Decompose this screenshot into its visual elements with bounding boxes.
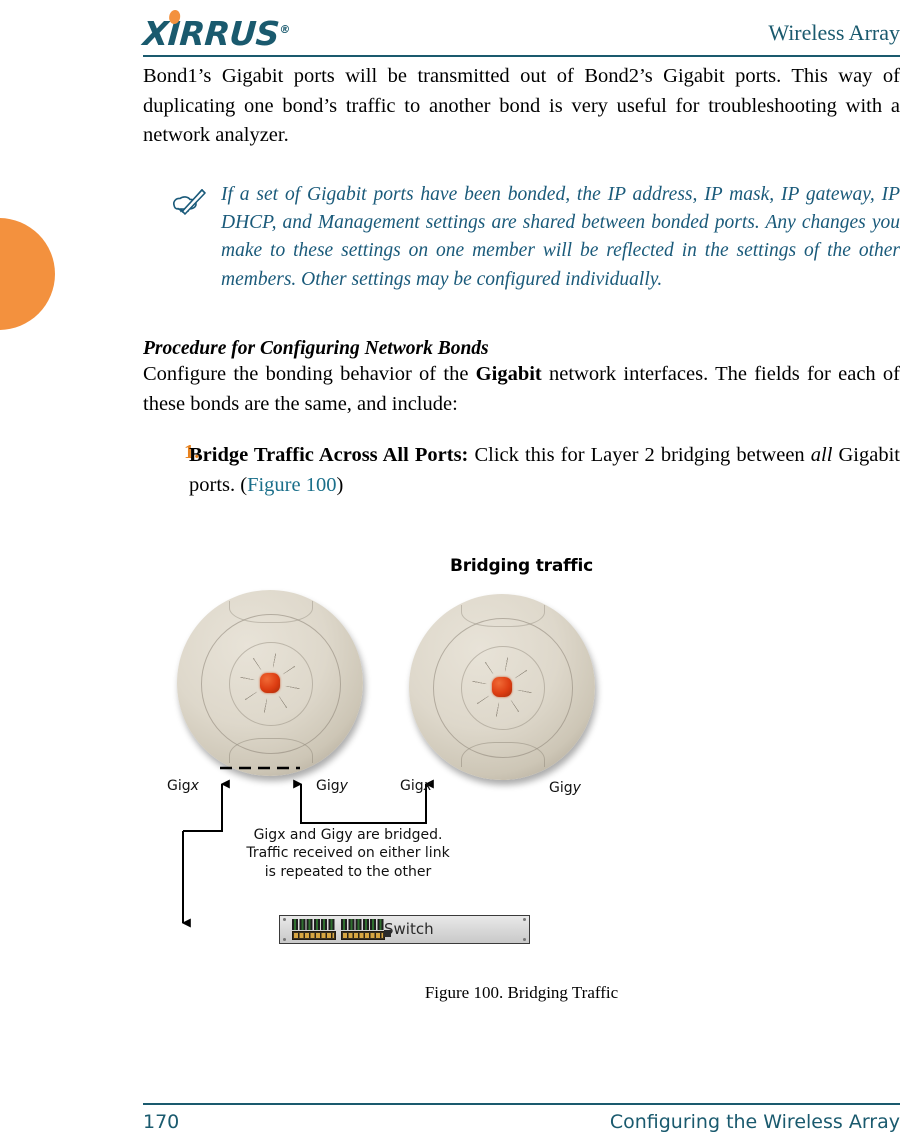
footer-page-number: 170 (143, 1111, 180, 1133)
port-label-gigx-right: Gigx (400, 778, 432, 794)
switch-screw-bl (283, 938, 286, 941)
header-divider (143, 55, 900, 57)
port-label-gigy-left: Gigy (316, 778, 348, 794)
switch-leds-1 (292, 919, 336, 930)
switch-jacks-1 (292, 931, 336, 940)
note-block: If a set of Gigabit ports have been bond… (143, 181, 900, 295)
port-label-gigx-right-text: Gig (400, 778, 424, 794)
figure-block: Bridging traffic Gigx Gigy Gigx Gigy Gig… (143, 556, 900, 1003)
switch-screw-tr (523, 918, 526, 921)
figure-cross-reference-link[interactable]: Figure 100 (247, 474, 336, 496)
list-item-text-1: Click this for Layer 2 bridging between (468, 444, 811, 467)
switch-screw-tl (283, 918, 286, 921)
xirrus-logo: XIRRUS® (141, 10, 291, 53)
paragraph-configure-bold: Gigabit (475, 363, 542, 386)
diagram-annotation-line-1: Gigx and Gigy are bridged. (253, 827, 443, 843)
figure-diagram: Gigx Gigy Gigx Gigy Gigx and Gigy are br… (143, 586, 900, 971)
port-label-gigx-left-var: x (190, 778, 199, 794)
switch-label: Switch (384, 920, 434, 938)
main-content: Bond1’s Gigabit ports will be transmitte… (143, 62, 900, 500)
figure-title: Bridging traffic (449, 556, 593, 576)
switch-screw-br (523, 938, 526, 941)
list-item-text: Bridge Traffic Across All Ports: Click t… (189, 441, 900, 500)
footer-divider (143, 1103, 900, 1105)
port-label-gigy-right-var: y (572, 780, 581, 796)
port-label-gigx-left-text: Gig (167, 778, 191, 794)
switch-leds-2 (341, 919, 385, 930)
diagram-annotation-line-2: Traffic received on either link (246, 845, 450, 862)
port-label-gigx-right-var: x (423, 778, 432, 794)
port-label-gigy-left-var: y (339, 778, 348, 794)
page-header: XIRRUS® Wireless Array (141, 8, 900, 60)
note-pen-hand-icon (143, 181, 221, 222)
page-edge-tab (0, 218, 55, 330)
header-title: Wireless Array (768, 20, 900, 45)
logo-registered-mark: ® (278, 23, 291, 36)
figure-caption: Figure 100. Bridging Traffic (424, 983, 619, 1002)
switch-jacks-2 (341, 931, 385, 940)
network-switch-graphic: Switch (279, 915, 530, 944)
footer-section-title: Configuring the Wireless Array (609, 1111, 900, 1133)
list-item-number: 1. (184, 441, 200, 464)
section-heading: Procedure for Configuring Network Bonds (143, 338, 489, 360)
note-text: If a set of Gigabit ports have been bond… (221, 183, 900, 290)
port-label-gigy-right-text: Gig (549, 780, 573, 796)
diagram-connector-lines (181, 766, 434, 928)
paragraph-configure-part1: Configure the bonding behavior of the (143, 363, 476, 386)
list-item: 1. Bridge Traffic Across All Ports: Clic… (143, 441, 900, 500)
port-label-gigy-left-text: Gig (316, 778, 340, 794)
switch-port-bank-1 (292, 919, 336, 941)
list-item-bold-lead: Bridge Traffic Across All Ports: (189, 444, 469, 467)
list-item-text-3: ) (336, 473, 344, 496)
diagram-annotation: Gigx and Gigy are bridged. Traffic recei… (203, 826, 493, 881)
port-label-gigx-left: Gigx (167, 778, 199, 794)
paragraph-configure: Configure the bonding behavior of the Gi… (143, 360, 900, 419)
logo-wordmark: XIRRUS® (141, 10, 291, 53)
paragraph-intro: Bond1’s Gigabit ports will be transmitte… (143, 65, 900, 147)
logo-wordmark-text: XIRRUS (141, 14, 281, 53)
diagram-annotation-line-3: is repeated to the other (264, 863, 432, 880)
port-label-gigy-right: Gigy (549, 780, 581, 796)
page-footer: 170 Configuring the Wireless Array (143, 1108, 900, 1136)
list-item-italic-word: all (810, 444, 833, 467)
switch-port-bank-2 (341, 919, 385, 941)
